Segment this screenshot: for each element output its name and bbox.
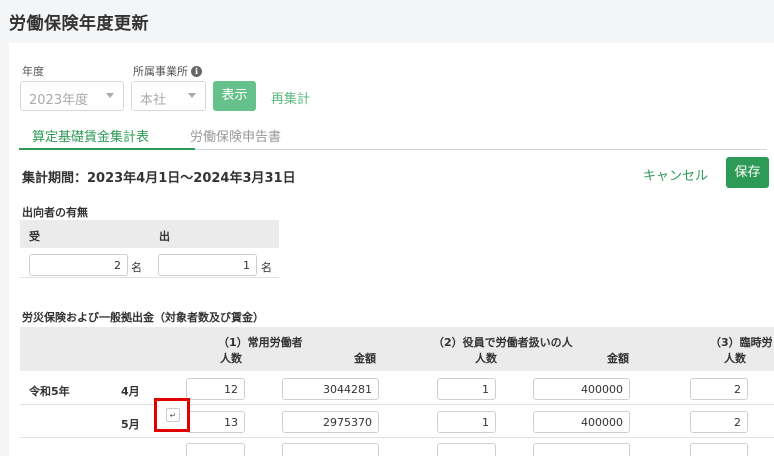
info-icon[interactable]: i <box>191 66 202 77</box>
insurance-title: 労災保険および一般拠出金（対象者数及び賃金） <box>22 311 264 324</box>
officer-amount-input[interactable]: 400000 <box>533 378 630 400</box>
secondment-header <box>20 220 279 248</box>
officer-count-input[interactable]: 1 <box>437 411 496 433</box>
row-divider <box>20 404 774 405</box>
aggregation-period: 集計期間：2023年4月1日〜2024年3月31日 <box>22 171 296 186</box>
send-count-input[interactable]: 1 <box>158 254 257 276</box>
group-officer-label: （2）役員で労働者扱いの人 <box>433 336 573 349</box>
year-label: 年度 <box>22 65 44 78</box>
page-title: 労働保険年度更新 <box>9 14 149 34</box>
secondment-title: 出向者の有無 <box>22 206 88 219</box>
main-card: 年度 所属事業所 i 2023年度 本社 表示 再集計 算定基礎賃金集計表 労働保… <box>9 43 774 456</box>
regular-count-input[interactable]: 12 <box>186 378 245 400</box>
receive-unit: 名 <box>131 261 142 274</box>
officer-count-input-partial[interactable] <box>437 443 496 456</box>
year-select[interactable]: 2023年度 <box>20 81 124 111</box>
tab-insurance-report[interactable]: 労働保険申告書 <box>190 126 281 145</box>
group-officer-count-header: 人数 <box>475 352 497 365</box>
temp-count-input[interactable]: 2 <box>690 378 748 400</box>
chevron-down-icon <box>106 93 114 98</box>
insurance-header <box>20 327 774 371</box>
era-label: 令和5年 <box>29 385 70 398</box>
office-select[interactable]: 本社 <box>131 81 206 111</box>
group-officer-amount-header: 金額 <box>607 352 629 365</box>
chevron-down-icon <box>188 93 196 98</box>
regular-amount-input-partial[interactable] <box>282 443 379 456</box>
regular-count-input[interactable]: 13 <box>186 411 245 433</box>
regular-count-input-partial[interactable] <box>186 443 245 456</box>
recalc-link[interactable]: 再集計 <box>271 88 310 107</box>
year-select-value: 2023年度 <box>29 93 89 108</box>
row-divider <box>20 437 774 438</box>
office-label: 所属事業所 i <box>133 63 202 79</box>
show-button[interactable]: 表示 <box>213 81 256 111</box>
secondment-row-line <box>20 277 279 278</box>
secondment-col-send: 出 <box>159 230 170 243</box>
office-select-value: 本社 <box>140 93 167 108</box>
group-regular-amount-header: 金額 <box>354 352 376 365</box>
regular-amount-input[interactable]: 2975370 <box>282 411 379 433</box>
officer-count-input[interactable]: 1 <box>437 378 496 400</box>
group-regular-count-header: 人数 <box>220 352 242 365</box>
regular-amount-input[interactable]: 3044281 <box>282 378 379 400</box>
office-label-text: 所属事業所 <box>133 65 188 78</box>
enter-key-icon[interactable]: ↵ <box>166 408 180 422</box>
receive-count-input[interactable]: 2 <box>29 254 128 276</box>
group-temp-label: （3）臨時労 <box>710 336 773 349</box>
group-regular-label: （1）常用労働者 <box>218 336 303 349</box>
cancel-button[interactable]: キャンセル <box>643 165 708 184</box>
temp-count-input-partial[interactable] <box>690 443 748 456</box>
highlight-box: ↵ <box>154 398 190 432</box>
group-temp-count-header: 人数 <box>724 352 746 365</box>
secondment-col-receive: 受 <box>29 230 40 243</box>
tab-active-indicator <box>19 148 195 150</box>
officer-amount-input-partial[interactable] <box>533 443 630 456</box>
send-unit: 名 <box>261 261 272 274</box>
temp-count-input[interactable]: 2 <box>690 411 748 433</box>
tab-wage-summary[interactable]: 算定基礎賃金集計表 <box>32 126 149 145</box>
row-month: 4月 <box>121 385 140 398</box>
row-month: 5月 <box>121 418 140 431</box>
officer-amount-input[interactable]: 400000 <box>533 411 630 433</box>
save-button[interactable]: 保存 <box>726 157 769 188</box>
